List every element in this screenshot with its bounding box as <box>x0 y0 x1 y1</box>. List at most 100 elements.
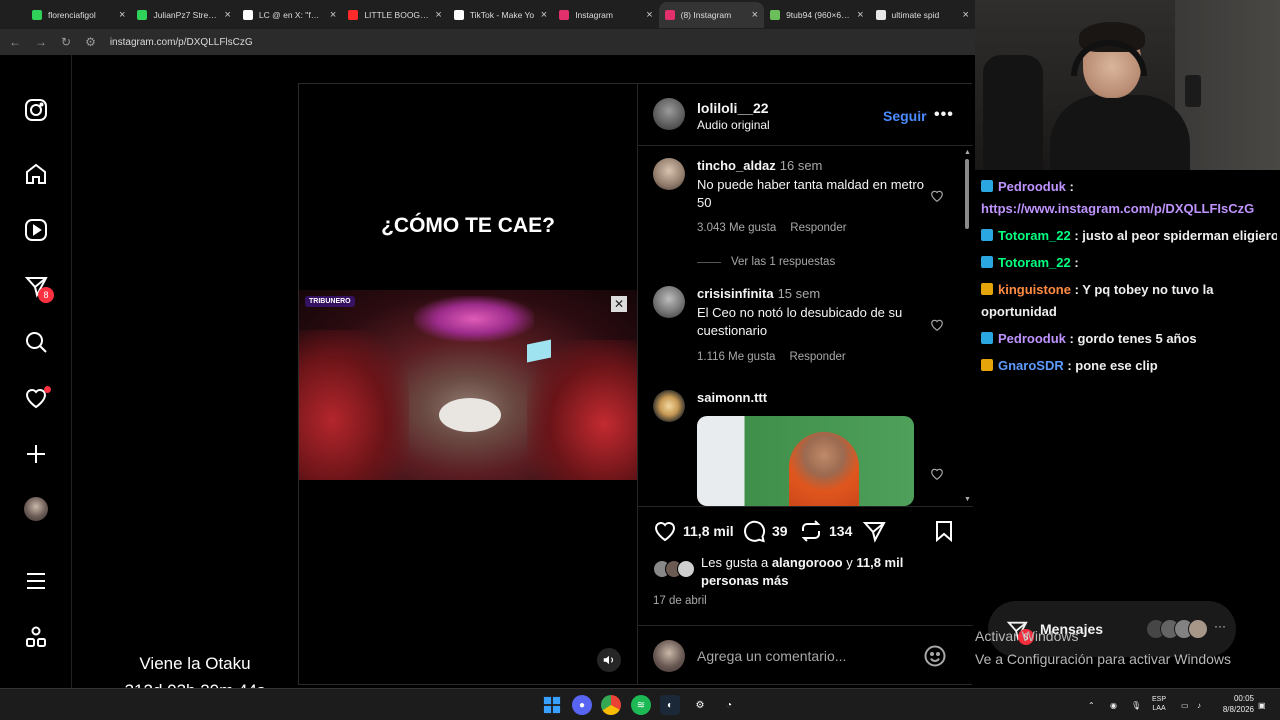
like-icon[interactable] <box>653 519 677 543</box>
search-icon[interactable] <box>24 330 48 354</box>
browser-tab[interactable]: LITTLE BOOGIE - × <box>342 2 447 28</box>
forward-icon[interactable]: → <box>35 35 47 49</box>
comments-scrollbar[interactable]: ▲ ▼ <box>964 149 971 504</box>
likes-count: 11,8 mil <box>683 523 734 539</box>
view-replies[interactable]: Ver las 1 respuestas <box>697 256 835 268</box>
reply-button[interactable]: Responder <box>790 222 846 234</box>
create-icon[interactable] <box>24 442 48 466</box>
tab-close-icon[interactable]: × <box>752 9 758 21</box>
chat-username[interactable]: GnaroSDR <box>998 358 1064 373</box>
comment-icon[interactable] <box>742 519 766 543</box>
chat-message: kinguistone : Y pq tobey no tuvo la opor… <box>981 279 1277 323</box>
settings-icon[interactable]: ⚙ <box>690 695 710 715</box>
add-comment-bar: Agrega un comentario... <box>638 625 973 684</box>
audio-label[interactable]: Audio original <box>697 118 770 132</box>
chat-username[interactable]: Totoram_22 <box>998 228 1071 243</box>
comment-like-icon[interactable] <box>930 318 944 332</box>
tab-close-icon[interactable]: × <box>963 9 969 21</box>
menu-icon[interactable] <box>24 569 48 593</box>
tab-close-icon[interactable]: × <box>330 9 336 21</box>
comment-likes[interactable]: 3.043 Me gusta <box>697 222 776 234</box>
chat-text: gordo tenes 5 años <box>1073 331 1197 346</box>
chat-username[interactable]: Totoram_22 <box>998 255 1071 270</box>
home-icon[interactable] <box>24 162 48 186</box>
video-logo: TRIBUNERO <box>305 296 355 307</box>
tab-close-icon[interactable]: × <box>857 9 863 21</box>
chat-link[interactable]: https://www.instagram.com/p/DXQLLFIsCzG <box>981 201 1254 216</box>
browser-tab[interactable]: Instagram × <box>553 2 658 28</box>
network-icon[interactable]: ▭ <box>1181 689 1189 720</box>
volume-tray-icon[interactable]: ♪ <box>1197 689 1201 720</box>
emoji-icon[interactable] <box>923 644 947 668</box>
start-icon[interactable] <box>542 695 562 715</box>
chrome-icon[interactable] <box>601 695 621 715</box>
clock-date: 8/8/2026 <box>1222 705 1254 714</box>
repost-action[interactable]: 134 <box>799 519 852 543</box>
reload-icon[interactable]: ↻ <box>61 35 71 49</box>
share-icon[interactable] <box>862 519 886 543</box>
comment-avatar[interactable] <box>653 158 685 190</box>
microphone-icon[interactable]: 🎙 <box>1131 689 1141 720</box>
language-indicator[interactable]: ESP LAA <box>1152 695 1166 713</box>
browser-tab[interactable]: (8) Instagram × <box>658 1 765 28</box>
windows-activation-watermark: Activar Windows Ve a Configuración para … <box>975 625 1280 671</box>
chat-username[interactable]: Pedrooduk <box>998 331 1066 346</box>
site-info-icon[interactable]: ⚙ <box>85 35 96 49</box>
video-player[interactable]: ¿CÓMO TE CAE? TRIBUNERO ✕ <box>299 84 637 684</box>
reply-button[interactable]: Responder <box>789 351 845 363</box>
system-clock[interactable]: 00:05 8/8/2026 <box>1214 693 1254 715</box>
share-action[interactable] <box>862 519 886 543</box>
save-action[interactable] <box>932 519 956 543</box>
notifications-icon[interactable]: ▣ <box>1258 689 1266 720</box>
comment-avatar[interactable] <box>653 390 685 422</box>
tray-chevron-icon[interactable]: ⌃ <box>1088 689 1095 720</box>
back-icon[interactable]: ← <box>9 35 21 49</box>
comment-username[interactable]: tincho_aldaz <box>697 158 776 173</box>
comment-like-icon[interactable] <box>930 189 944 203</box>
chat-username[interactable]: kinguistone <box>998 282 1071 297</box>
browser-tab[interactable]: florenciafigol × <box>26 2 131 28</box>
tab-close-icon[interactable]: × <box>646 9 652 21</box>
app-icon[interactable]: ◔ <box>719 695 739 715</box>
more-options-icon[interactable]: ••• <box>934 106 954 124</box>
comment-like-icon[interactable] <box>930 467 944 481</box>
bookmark-icon[interactable] <box>932 519 956 543</box>
tab-favicon-icon <box>242 9 253 20</box>
discord-icon[interactable]: ● <box>572 695 592 715</box>
url-text[interactable]: instagram.com/p/DXQLLFlsCzG <box>110 37 253 48</box>
repost-icon[interactable] <box>799 519 823 543</box>
like-action[interactable]: 11,8 mil <box>653 519 734 543</box>
steam-icon[interactable]: ◐ <box>660 695 680 715</box>
comment-likes[interactable]: 1.116 Me gusta <box>697 351 775 363</box>
browser-tab[interactable]: LC @ en X: "felici × <box>237 2 342 28</box>
tab-favicon-icon <box>453 9 464 20</box>
more-apps-icon[interactable] <box>24 625 48 649</box>
browser-tab[interactable]: TikTok - Make Yo × <box>448 2 553 28</box>
comment-avatar[interactable] <box>653 286 685 318</box>
chat-username[interactable]: Pedrooduk <box>998 179 1066 194</box>
profile-avatar[interactable] <box>24 497 48 521</box>
post-modal: ¿CÓMO TE CAE? TRIBUNERO ✕ loliloli__22 A… <box>298 83 973 685</box>
comment-username[interactable]: saimonn.ttt <box>697 390 767 405</box>
follow-button[interactable]: Seguir <box>883 108 927 124</box>
author-username[interactable]: loliloli__22 <box>697 100 769 116</box>
add-comment-input[interactable]: Agrega un comentario... <box>697 648 846 664</box>
tab-close-icon[interactable]: × <box>224 9 230 21</box>
author-avatar[interactable] <box>653 98 685 130</box>
tab-close-icon[interactable]: × <box>435 9 441 21</box>
tab-close-icon[interactable]: × <box>119 9 125 21</box>
browser-tab[interactable]: 9tub94 (960×638) × <box>764 2 869 28</box>
tray-app-icon[interactable]: ◉ <box>1110 689 1117 720</box>
comment-username[interactable]: crisisinfinita <box>697 286 774 301</box>
browser-tab[interactable]: JulianPz7 Stream × <box>131 2 236 28</box>
browser-tab[interactable]: ultimate spid × <box>870 2 975 28</box>
spotify-icon[interactable]: ≋ <box>631 695 651 715</box>
comment-action[interactable]: 39 <box>742 519 788 543</box>
volume-icon[interactable] <box>597 648 621 672</box>
instagram-logo-icon[interactable] <box>24 98 48 122</box>
tab-close-icon[interactable]: × <box>541 9 547 21</box>
chat-badge-icon <box>981 332 993 344</box>
chat-text: pone ese clip <box>1071 358 1158 373</box>
reels-icon[interactable] <box>24 218 48 242</box>
liked-by-user[interactable]: alangorooo <box>772 555 843 570</box>
